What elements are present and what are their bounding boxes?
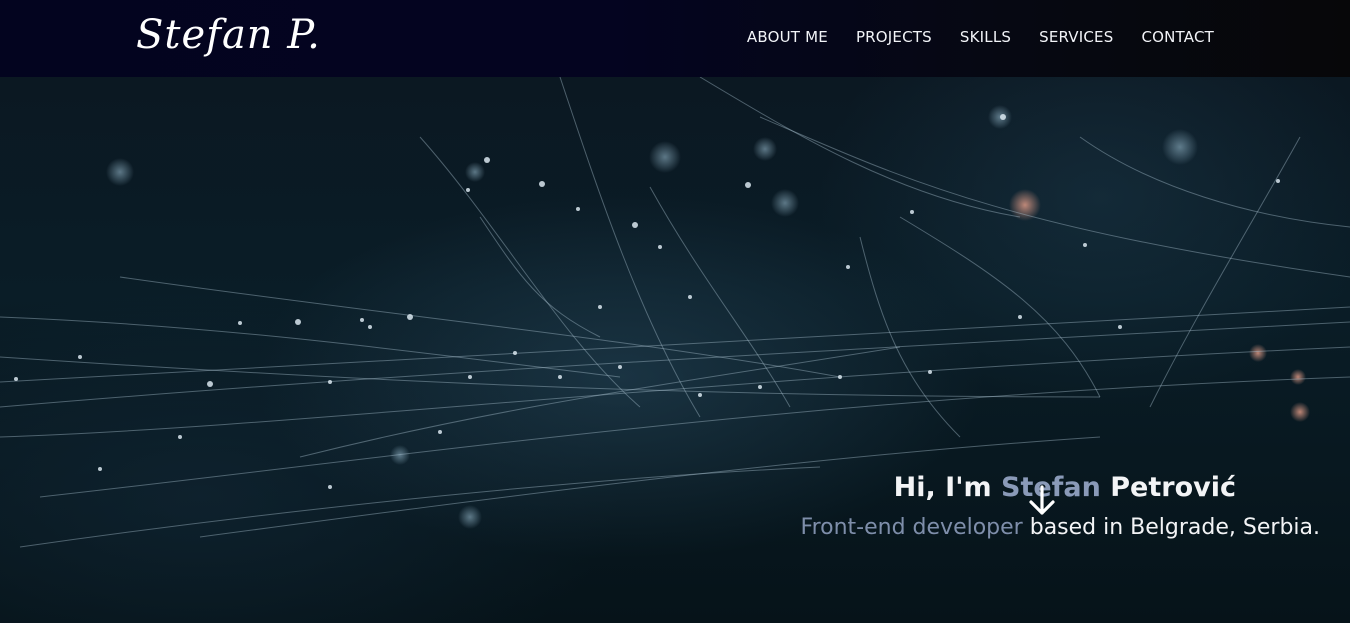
- arrow-down-icon[interactable]: [1027, 484, 1057, 518]
- nav-link-projects[interactable]: PROJECTS: [856, 27, 932, 47]
- hero-subline: Front-end developer based in Belgrade, S…: [720, 513, 1320, 543]
- location-text: based in Belgrade, Serbia.: [1022, 515, 1320, 540]
- site-logo[interactable]: Stefan P.: [136, 9, 321, 61]
- hero-headline: Hi, I'm Stefan Petrović: [636, 469, 1236, 507]
- main-nav: ABOUT ME PROJECTS SKILLS SERVICES CONTAC…: [747, 27, 1214, 47]
- nav-link-contact[interactable]: CONTACT: [1141, 27, 1214, 47]
- nav-link-services[interactable]: SERVICES: [1039, 27, 1113, 47]
- greeting-text: Hi, I'm: [893, 472, 1001, 503]
- hero-intro: Hi, I'm Stefan Petrović Front-end develo…: [720, 469, 1320, 543]
- nav-link-skills[interactable]: SKILLS: [960, 27, 1011, 47]
- hero-section: Hi, I'm Stefan Petrović Front-end develo…: [0, 77, 1350, 623]
- page: Stefan P. ABOUT ME PROJECTS SKILLS SERVI…: [0, 0, 1350, 623]
- nav-link-about-me[interactable]: ABOUT ME: [747, 27, 828, 47]
- site-header: Stefan P. ABOUT ME PROJECTS SKILLS SERVI…: [0, 0, 1350, 77]
- role-highlight: Front-end developer: [800, 515, 1023, 540]
- last-name-text: Petrović: [1100, 472, 1236, 503]
